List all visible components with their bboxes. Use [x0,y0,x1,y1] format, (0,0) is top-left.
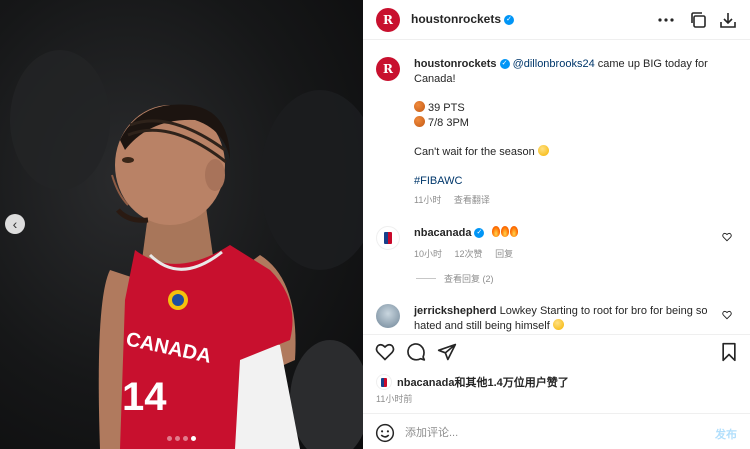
comment-likes[interactable]: 12次赞 [455,249,483,259]
post-time: 11小时前 [376,394,413,404]
nba-avatar[interactable] [376,226,400,250]
hashtag-link[interactable]: #FIBAWC [414,174,734,189]
carousel-dot-active [191,436,196,441]
verified-badge-icon: ✓ [474,228,485,239]
reply-button[interactable]: 回复 [495,249,513,259]
carousel-dot [175,436,180,441]
basketball-icon [414,116,425,127]
caption-time: 11小时 [414,195,442,205]
nba-avatar [376,374,392,390]
copy-button[interactable] [688,10,708,30]
previous-image-button[interactable]: ‹ [5,214,25,234]
user-avatar[interactable] [376,304,400,328]
post-photo: CANADA 14 ‹ [0,0,363,449]
carousel-dot [167,436,172,441]
comment-text: jerrickshepherd Lowkey Starting to root … [414,304,714,334]
post-details-panel: R houstonrockets ✓ R houstonrockets ✓ @d… [363,0,750,449]
caption-text: houstonrockets ✓ @dillonbrooks24 came up … [414,57,734,208]
comment-username[interactable]: jerrickshepherd [414,305,497,317]
smirk-emoji-icon [537,145,549,156]
jersey-number: 14 [122,375,167,419]
chevron-left-icon: ‹ [12,216,18,232]
send-icon [437,343,457,361]
fire-emoji-icon [509,226,518,237]
caption-meta: 11小时 查看翻译 [414,193,734,208]
likes-summary[interactable]: nbacanada和其他1.4万位用户赞了 [376,374,569,390]
save-button[interactable] [718,341,740,363]
verified-badge-icon: ✓ [504,14,515,25]
mention-link[interactable]: @dillonbrooks24 [513,58,595,70]
post-actions: nbacanada和其他1.4万位用户赞了 11小时前 发布 [363,334,750,449]
post-header: R houstonrockets ✓ [363,0,750,40]
carousel-dot [183,436,188,441]
comment-meta: 10小时 12次赞 回复 [414,247,714,262]
comment-username[interactable]: nbacanada [414,227,471,239]
nba-logo-icon [381,377,387,387]
copy-icon [691,12,706,28]
heart-icon[interactable] [722,232,732,242]
replies-divider [416,278,436,279]
emoji-picker-icon[interactable] [375,423,395,443]
rockets-logo-icon: R [383,62,393,76]
comment-time: 10小时 [414,249,443,259]
view-replies-button[interactable]: 查看回复 (2) [416,272,494,285]
stat-points: 39 PTS [428,102,465,114]
download-button[interactable] [718,10,738,30]
more-options-button[interactable] [656,10,676,30]
player-photo-illustration: CANADA 14 [10,50,363,449]
comment-button[interactable] [405,341,427,363]
download-icon [720,13,736,28]
post-comment-button[interactable]: 发布 [715,426,737,442]
rockets-logo-icon: R [383,13,393,27]
fire-emoji-icon [491,226,500,237]
fire-emoji-icon [500,226,509,237]
share-button[interactable] [436,341,458,363]
heart-icon [375,343,395,361]
bookmark-icon [722,342,736,362]
rockets-avatar[interactable]: R [376,8,400,32]
caption-line3: Can't wait for the season [414,146,535,158]
heart-icon[interactable] [722,310,732,320]
header-username[interactable]: houstonrockets ✓ [411,12,515,26]
like-button[interactable] [374,341,396,363]
see-translation-link[interactable]: 查看翻译 [454,195,490,205]
caption-username[interactable]: houstonrockets [414,58,497,70]
verified-badge-icon: ✓ [499,59,510,70]
comment-icon [407,343,426,361]
comment-text: nbacanada ✓ 10小时 12次赞 回复 [414,226,714,262]
smirk-emoji-icon [552,319,564,330]
carousel-dots [0,436,363,441]
nba-logo-icon [384,232,392,244]
basketball-icon [414,101,425,112]
stat-threes: 7/8 3PM [428,117,469,129]
rockets-avatar[interactable]: R [376,57,400,81]
comment-input[interactable] [405,423,695,443]
more-icon [658,18,674,22]
comments-area[interactable]: R houstonrockets ✓ @dillonbrooks24 came u… [363,40,750,334]
add-comment-bar: 发布 [363,413,750,449]
